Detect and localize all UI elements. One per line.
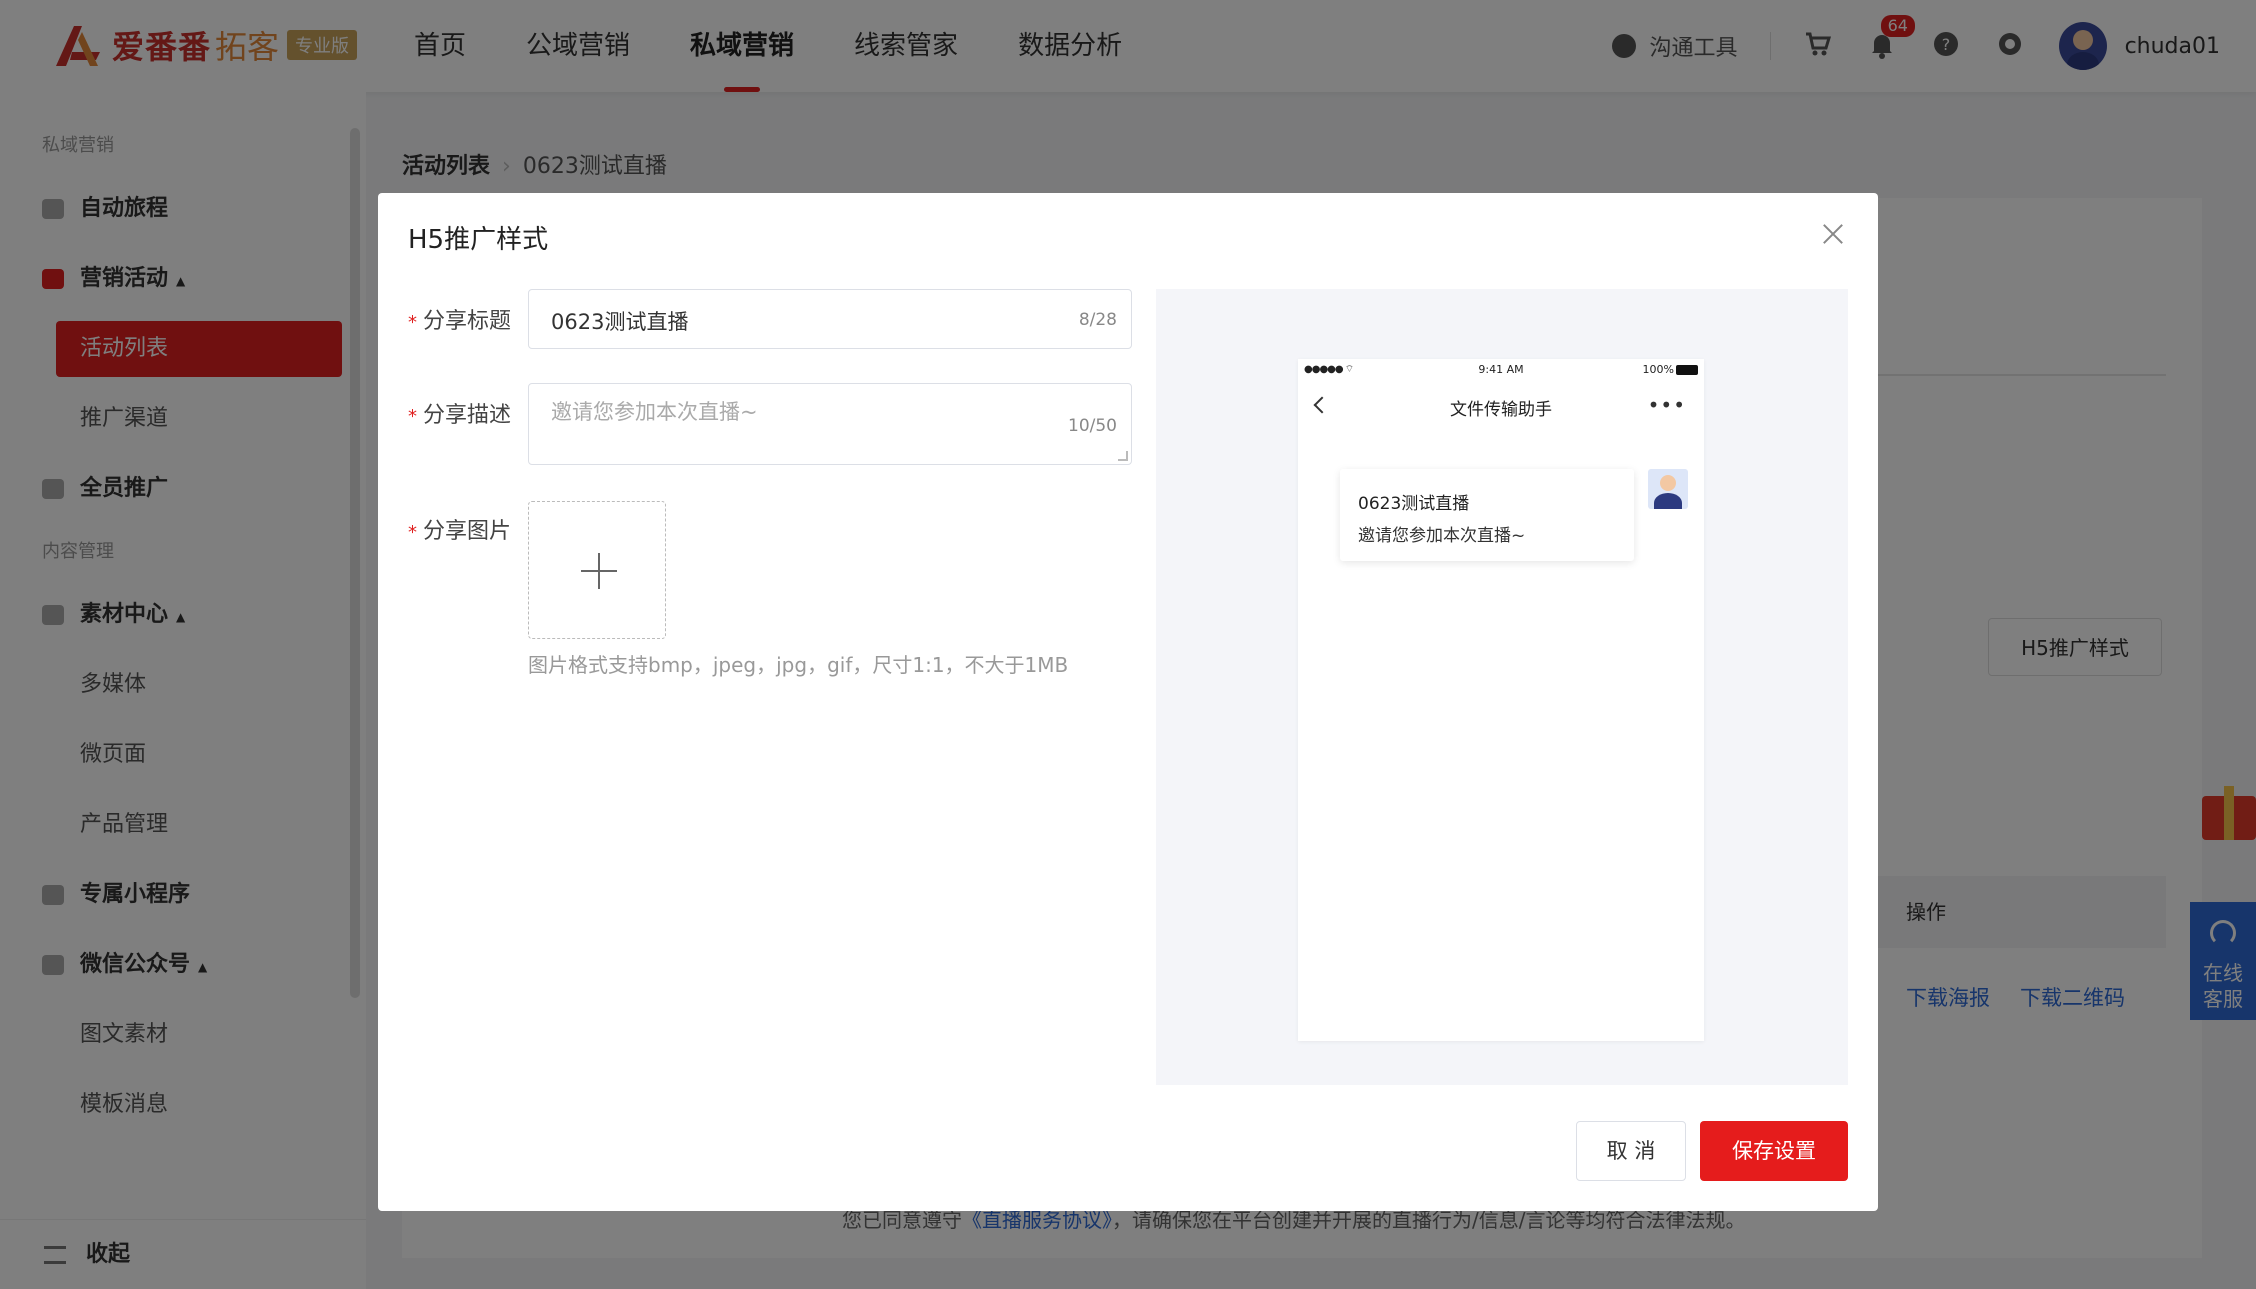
- plus-icon: [598, 553, 600, 589]
- save-settings-button[interactable]: 保存设置: [1700, 1121, 1848, 1181]
- resize-handle[interactable]: [1118, 451, 1128, 461]
- phone-status-bar: ●●●●● ⌔ 9:41 AM 100%: [1298, 359, 1704, 381]
- card-desc: 邀请您参加本次直播~: [1358, 526, 1526, 546]
- cancel-button[interactable]: 取 消: [1576, 1121, 1686, 1181]
- label-text: 分享图片: [423, 519, 512, 544]
- required-mark: *: [408, 522, 417, 543]
- label-text: 分享标题: [423, 309, 512, 334]
- chat-title: 文件传输助手: [1450, 400, 1552, 420]
- phone-mockup: ●●●●● ⌔ 9:41 AM 100% 文件传输助手 ••• 0623测试直播…: [1298, 359, 1704, 1041]
- share-desc-counter: 10/50: [1068, 416, 1117, 436]
- image-upload-button[interactable]: [528, 501, 666, 639]
- battery-icon: [1676, 365, 1698, 375]
- dialog-title: H5推广样式: [408, 225, 549, 255]
- share-card-preview: 0623测试直播 邀请您参加本次直播~: [1340, 469, 1634, 561]
- more-icon: •••: [1647, 393, 1686, 417]
- share-desc-label: * 分享描述: [408, 397, 511, 429]
- battery-percent: 100%: [1642, 363, 1674, 376]
- label-text: 分享描述: [423, 403, 512, 428]
- image-format-hint: 图片格式支持bmp，jpeg，jpg，gif，尺寸1:1，不大于1MB: [528, 653, 1069, 677]
- share-title-label: * 分享标题: [408, 303, 511, 335]
- phone-nav-bar: 文件传输助手 •••: [1298, 387, 1704, 427]
- share-image-label: * 分享图片: [408, 513, 511, 545]
- preview-panel: ●●●●● ⌔ 9:41 AM 100% 文件传输助手 ••• 0623测试直播…: [1156, 289, 1848, 1085]
- share-title-value: 0623测试直播: [551, 310, 689, 334]
- required-mark: *: [408, 312, 417, 333]
- share-title-input[interactable]: 0623测试直播 8/28: [528, 289, 1132, 349]
- sender-avatar: [1648, 469, 1688, 509]
- share-title-counter: 8/28: [1078, 310, 1117, 330]
- share-desc-placeholder: 邀请您参加本次直播~: [551, 400, 758, 424]
- required-mark: *: [408, 406, 417, 427]
- h5-style-dialog: H5推广样式 * 分享标题 0623测试直播 8/28 * 分享描述 邀请您参加本次…: [378, 193, 1878, 1211]
- close-icon[interactable]: [1822, 223, 1844, 245]
- share-desc-textarea[interactable]: 邀请您参加本次直播~ 10/50: [528, 383, 1132, 465]
- card-title: 0623测试直播: [1358, 494, 1470, 514]
